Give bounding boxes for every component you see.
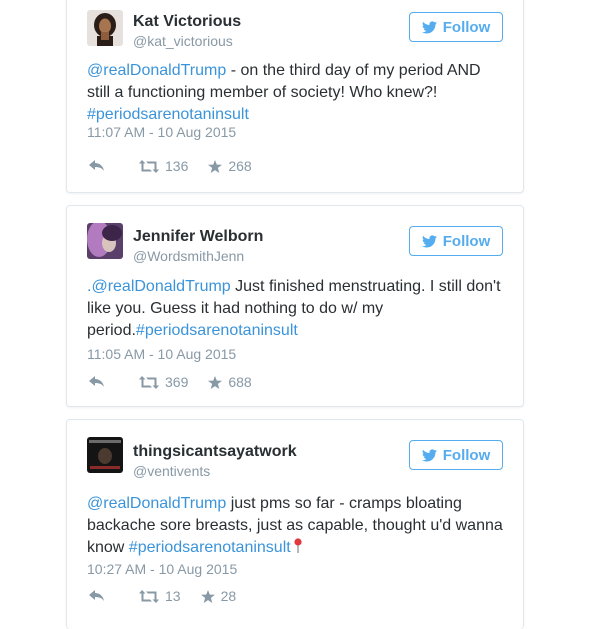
tweet-actions: 136 268 xyxy=(89,158,252,174)
hashtag-link[interactable]: #periodsarenotaninsult xyxy=(129,539,291,556)
reply-button[interactable] xyxy=(89,590,111,602)
reply-icon xyxy=(89,590,104,601)
reply-button[interactable] xyxy=(89,160,111,172)
hashtag-link[interactable]: #periodsarenotaninsult xyxy=(136,322,298,339)
favorite-star-icon xyxy=(208,375,223,389)
retweet-button[interactable]: 13 xyxy=(139,588,181,604)
mention-link[interactable]: @realDonaldTrump xyxy=(87,62,226,79)
retweet-count: 13 xyxy=(165,588,181,604)
timestamp[interactable]: 11:07 AM - 10 Aug 2015 xyxy=(87,124,236,140)
tweet-card: Kat Victorious @kat_victorious Follow @r… xyxy=(66,0,524,193)
retweet-button[interactable]: 369 xyxy=(139,374,188,390)
timestamp[interactable]: 10:27 AM - 10 Aug 2015 xyxy=(87,561,237,577)
pin-icon xyxy=(293,538,303,561)
hashtag-link[interactable]: #periodsarenotaninsult xyxy=(87,106,249,123)
tweet-card: Jennifer Welborn @WordsmithJenn Follow .… xyxy=(66,205,524,407)
user-handle[interactable]: @WordsmithJenn xyxy=(133,248,244,264)
favorite-count: 688 xyxy=(228,374,252,390)
reply-button[interactable] xyxy=(89,376,111,388)
favorite-star-icon xyxy=(208,159,223,173)
tweet-actions: 369 688 xyxy=(89,374,252,390)
retweet-count: 136 xyxy=(165,158,189,174)
user-handle[interactable]: @ventivents xyxy=(133,463,210,479)
reply-icon xyxy=(89,160,104,171)
favorite-count: 268 xyxy=(228,158,252,174)
follow-label: Follow xyxy=(442,232,491,250)
tweet-card: thingsicantsayatwork @ventivents Follow … xyxy=(66,419,524,629)
display-name[interactable]: Jennifer Welborn xyxy=(133,228,263,246)
tweet-text: @realDonaldTrump - on the third day of m… xyxy=(87,60,503,126)
tweet-actions: 13 28 xyxy=(89,588,236,604)
twitter-bird-icon xyxy=(421,234,437,247)
tweet-text: .@realDonaldTrump Just finished menstrua… xyxy=(87,276,503,342)
follow-label: Follow xyxy=(442,18,491,36)
tweet-text: @realDonaldTrump just pms so far - cramp… xyxy=(87,493,503,561)
retweet-icon xyxy=(139,159,159,173)
follow-button[interactable]: Follow xyxy=(409,12,503,42)
display-name[interactable]: thingsicantsayatwork xyxy=(133,443,297,461)
retweet-count: 369 xyxy=(165,374,189,390)
retweet-icon xyxy=(139,589,159,603)
mention-link[interactable]: .@realDonaldTrump xyxy=(87,278,231,295)
mention-link[interactable]: @realDonaldTrump xyxy=(87,495,226,512)
favorite-count: 28 xyxy=(220,588,237,604)
timestamp[interactable]: 11:05 AM - 10 Aug 2015 xyxy=(87,346,236,362)
avatar[interactable] xyxy=(87,10,123,46)
favorite-star-icon xyxy=(200,589,215,603)
display-name[interactable]: Kat Victorious xyxy=(133,13,241,31)
retweet-button[interactable]: 136 xyxy=(139,158,188,174)
follow-button[interactable]: Follow xyxy=(409,440,503,470)
avatar[interactable] xyxy=(87,437,123,473)
favorite-button[interactable]: 688 xyxy=(208,374,252,390)
retweet-icon xyxy=(139,375,159,389)
user-handle[interactable]: @kat_victorious xyxy=(133,33,233,49)
twitter-bird-icon xyxy=(421,448,437,461)
reply-icon xyxy=(89,376,104,387)
follow-button[interactable]: Follow xyxy=(409,226,503,256)
twitter-bird-icon xyxy=(421,20,437,33)
favorite-button[interactable]: 268 xyxy=(208,158,252,174)
avatar[interactable] xyxy=(87,223,123,259)
favorite-button[interactable]: 28 xyxy=(200,588,237,604)
follow-label: Follow xyxy=(442,446,491,464)
